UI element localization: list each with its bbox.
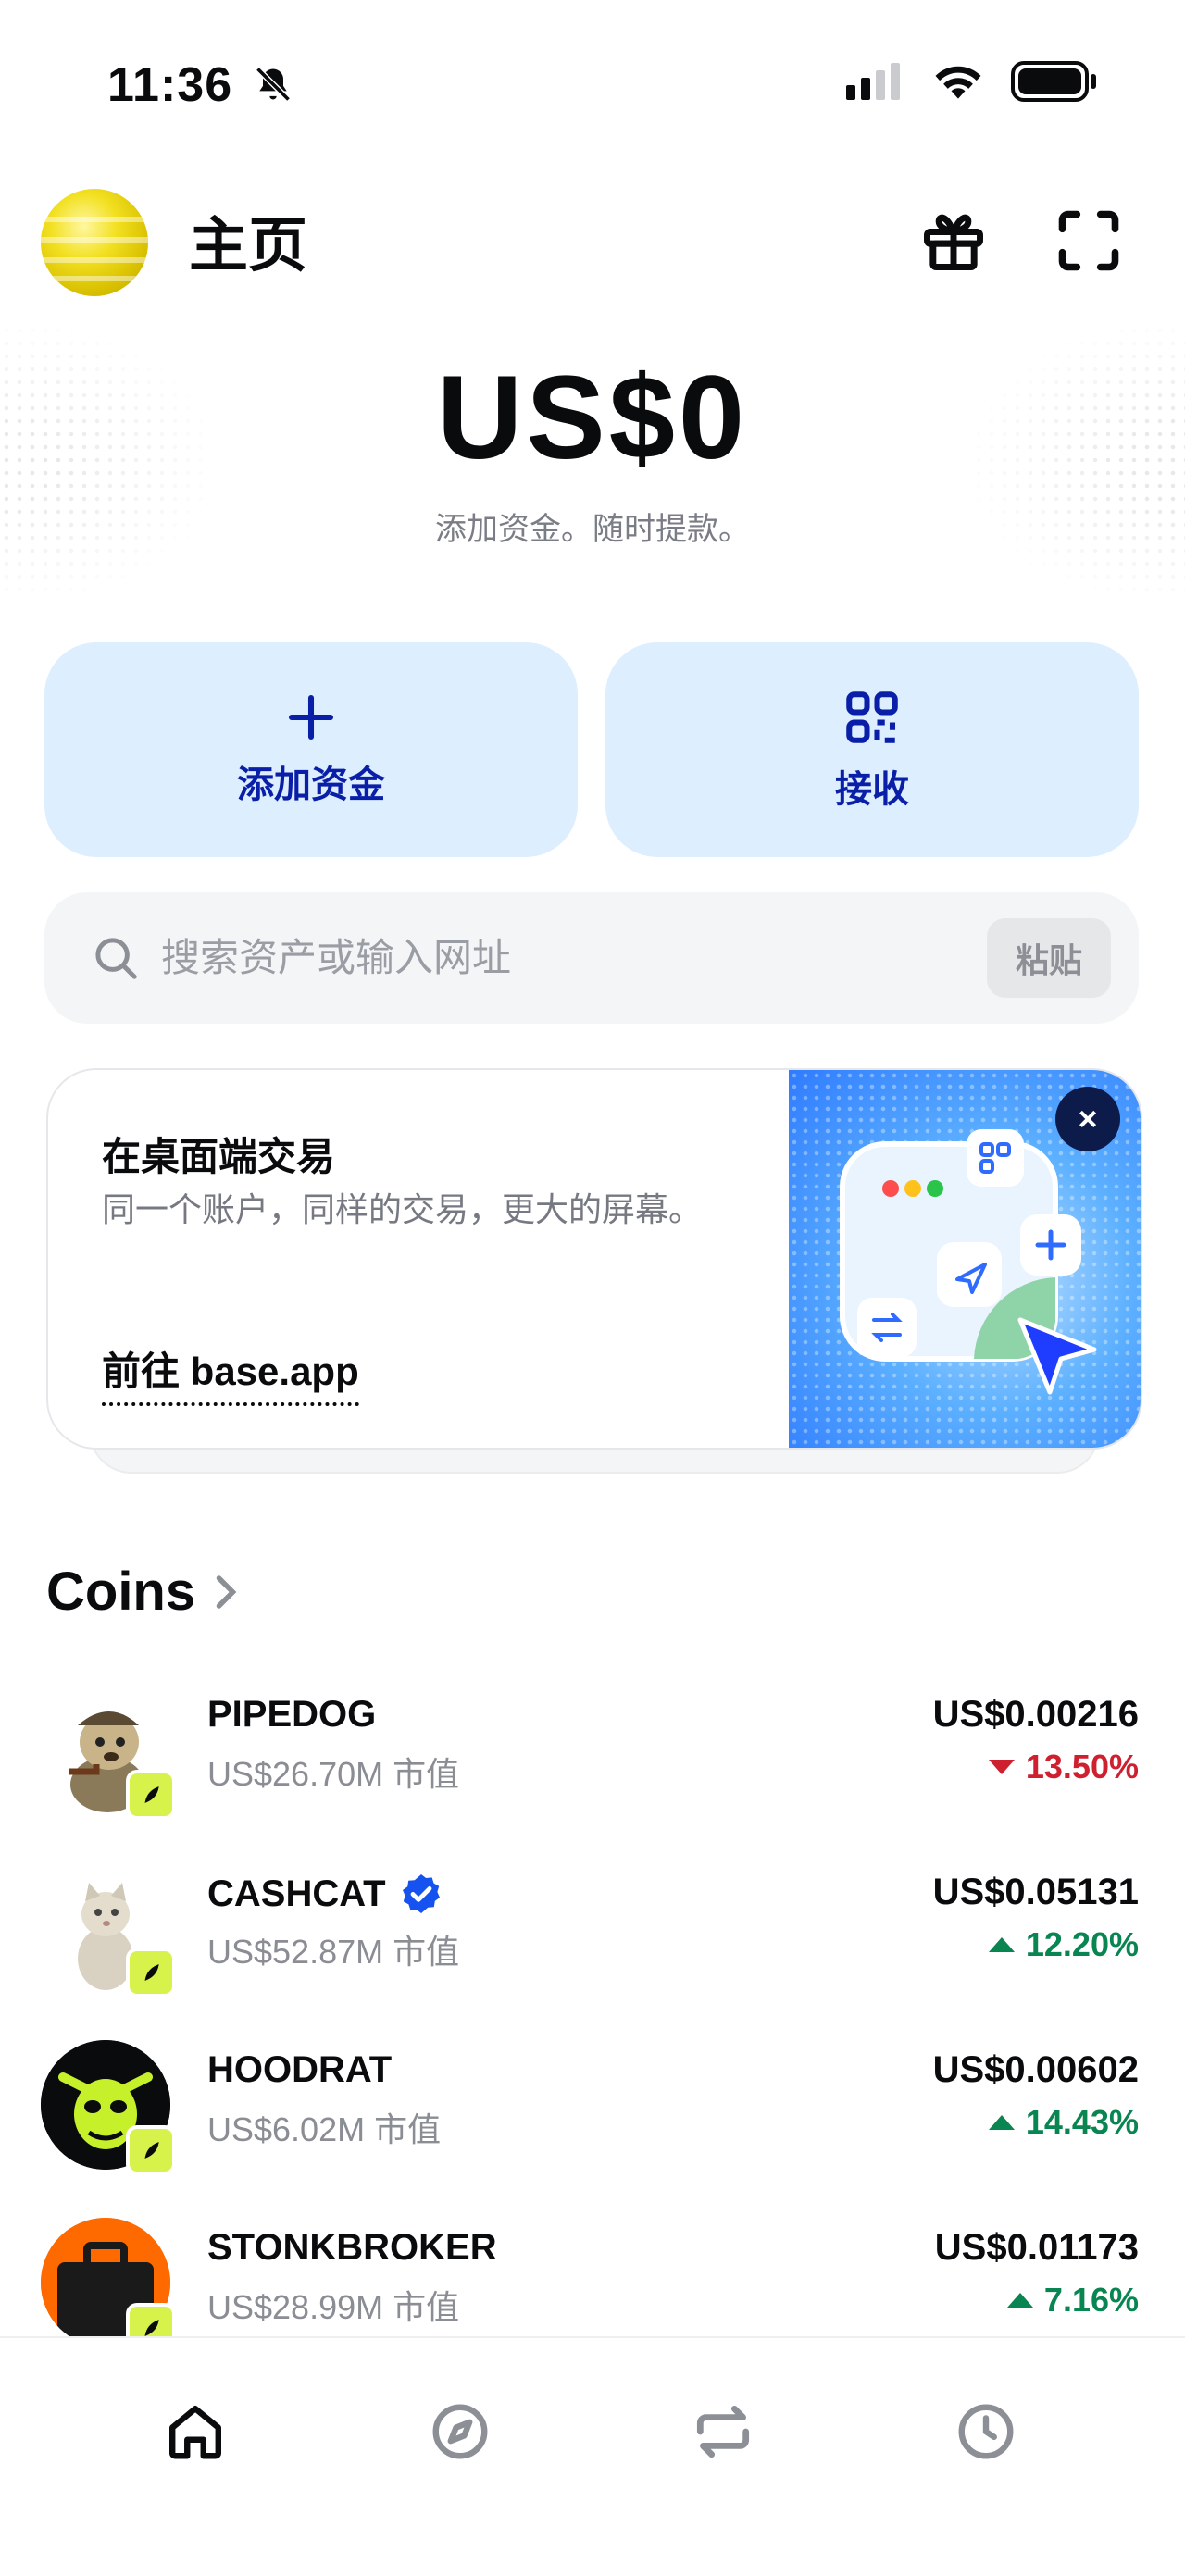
compass-icon	[432, 2404, 488, 2459]
zora-badge-icon	[126, 2125, 176, 2175]
status-time: 11:36	[107, 57, 293, 113]
search-bar[interactable]: 粘贴	[44, 892, 1139, 1024]
receive-label: 接收	[835, 769, 909, 810]
add-funds-button[interactable]: 添加资金	[44, 642, 578, 857]
scan-button[interactable]	[1052, 204, 1126, 278]
balance-amount: US$0	[436, 352, 749, 484]
gift-icon	[924, 214, 983, 270]
coin-name: CASHCAT	[207, 1872, 443, 1916]
balance-subtitle: 添加资金。随时提款。	[435, 512, 750, 547]
coin-market-cap: US$52.87M 市值	[207, 1933, 460, 1971]
arrow-up-icon	[988, 1937, 1015, 1952]
promo-title: 在桌面端交易	[102, 1135, 336, 1178]
status-indicators	[846, 61, 1100, 102]
promo-illustration: ×	[789, 1070, 1141, 1448]
plus-icon	[288, 694, 334, 740]
cellular-signal-icon	[846, 63, 900, 100]
promo-description: 同一个账户，同样的交易，更大的屏幕。	[102, 1190, 703, 1228]
nav-home[interactable]	[154, 2390, 237, 2473]
bell-muted-icon	[255, 67, 291, 102]
home-icon	[169, 2406, 221, 2459]
chevron-right-icon	[216, 1574, 237, 1609]
close-promo-button[interactable]: ×	[1055, 1087, 1120, 1151]
coin-row-pipedog[interactable]: PIPEDOG US$26.70M 市值 US$0.00216 13.50%	[41, 1685, 1139, 1823]
arrow-down-icon	[988, 1760, 1015, 1774]
coin-row-hoodrat[interactable]: HOODRAT US$6.02M 市值 US$0.00602 14.43%	[41, 2040, 1139, 2179]
arrow-up-icon	[988, 2115, 1015, 2130]
qr-code-icon	[846, 691, 898, 743]
search-icon	[95, 938, 137, 979]
verified-badge-icon	[402, 1874, 440, 1913]
battery-icon	[1011, 61, 1096, 102]
coin-change: 13.50%	[988, 1748, 1139, 1786]
coin-price: US$0.00602	[932, 2049, 1139, 2090]
wifi-icon	[935, 66, 981, 99]
promo-link[interactable]: 前往 base.app	[102, 1340, 359, 1406]
coin-change: 7.16%	[1006, 2281, 1139, 2320]
coin-market-cap: US$26.70M 市值	[207, 1755, 460, 1793]
page-title: 主页	[189, 212, 307, 279]
coin-change: 14.43%	[988, 2103, 1139, 2142]
add-funds-label: 添加资金	[237, 765, 385, 805]
coin-market-cap: US$28.99M 市值	[207, 2288, 460, 2326]
receive-button[interactable]: 接收	[605, 642, 1139, 857]
coin-change: 12.20%	[988, 1925, 1139, 1964]
paste-button[interactable]: 粘贴	[987, 918, 1111, 998]
desktop-promo-card[interactable]: 在桌面端交易 同一个账户，同样的交易，更大的屏幕。 前往 base.app ×	[46, 1068, 1142, 1450]
search-input[interactable]	[159, 935, 987, 981]
coins-section-header[interactable]: Coins	[46, 1561, 240, 1623]
avatar[interactable]	[41, 189, 148, 296]
nav-swap[interactable]	[681, 2390, 765, 2473]
coin-name: STONKBROKER	[207, 2227, 497, 2268]
scan-icon	[1058, 210, 1119, 271]
zora-badge-icon	[126, 1948, 176, 1997]
coin-name: PIPEDOG	[207, 1694, 377, 1735]
swap-icon	[696, 2405, 750, 2458]
coin-name: HOODRAT	[207, 2049, 393, 2090]
coin-price: US$0.05131	[932, 1872, 1139, 1912]
coin-price: US$0.00216	[932, 1694, 1139, 1735]
coin-row-cashcat[interactable]: CASHCAT US$52.87M 市值 US$0.05131 12.20%	[41, 1862, 1139, 2001]
nav-activity[interactable]	[944, 2390, 1028, 2473]
coin-market-cap: US$6.02M 市值	[207, 2110, 442, 2148]
arrow-up-icon	[1006, 2293, 1033, 2308]
clock-icon	[958, 2404, 1014, 2459]
nav-explore[interactable]	[418, 2390, 502, 2473]
zora-badge-icon	[126, 1770, 176, 1820]
coins-section-title: Coins	[46, 1562, 196, 1622]
bottom-nav	[0, 2336, 1185, 2576]
coin-price: US$0.01173	[934, 2227, 1139, 2268]
gift-button[interactable]	[917, 204, 991, 278]
